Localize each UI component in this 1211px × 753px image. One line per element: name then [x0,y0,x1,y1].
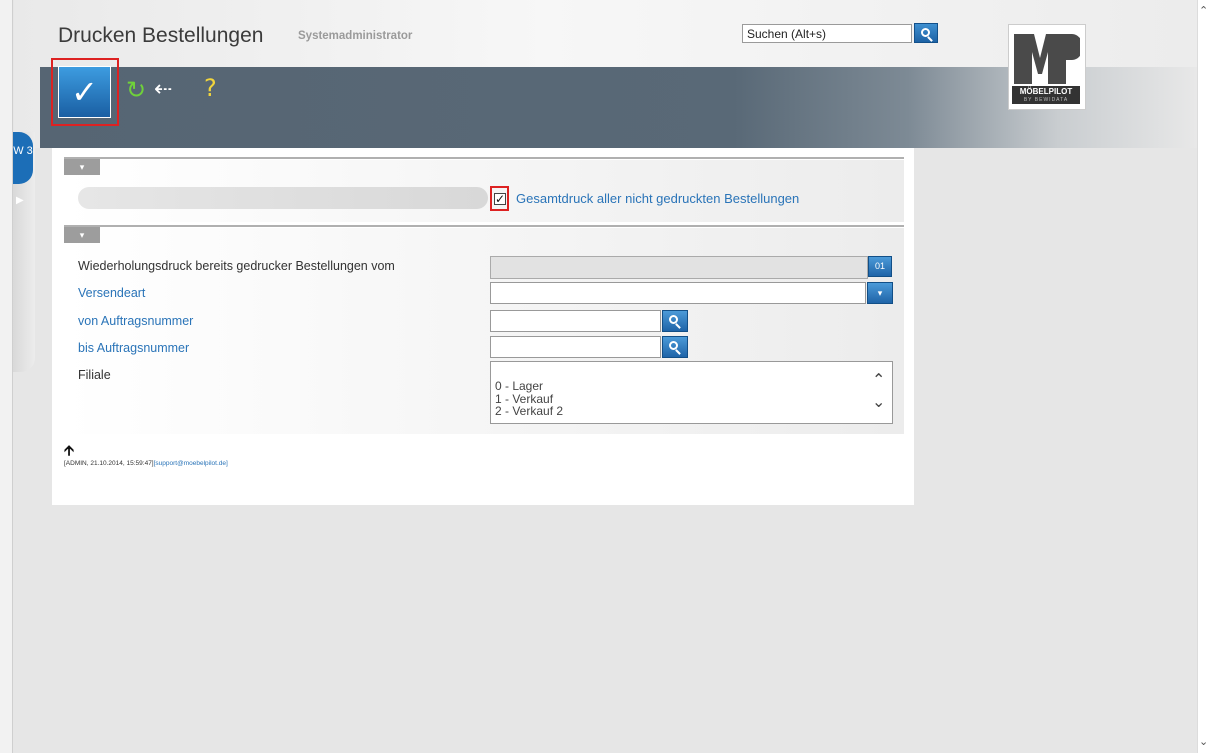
section-toggle[interactable]: ▾ [64,227,100,243]
chevron-down-icon[interactable]: ▾ [867,282,893,304]
page-title: Drucken Bestellungen [58,24,264,47]
wiederholungsdruck-date-field[interactable] [490,256,868,279]
list-scroll-up-icon[interactable]: ⌃ [872,370,885,389]
list-item[interactable]: 2 - Verkauf 2 [495,405,563,418]
list-item[interactable]: 0 - Lager [495,380,563,393]
bis-auftragsnummer-input[interactable] [490,336,661,358]
scroll-down-icon[interactable]: ⌄ [1199,735,1208,748]
footer-text: [ADMIN, 21.10.2014, 15:59:47] [64,460,154,467]
logo-name: MÖBELPILOT [1012,86,1080,97]
calendar-icon[interactable]: 01 [868,256,892,277]
logo-subtitle: BY BEWIDATA [1012,97,1080,104]
search-input[interactable]: Suchen (Alt+s) [742,24,912,43]
scroll-up-icon[interactable]: ⌃ [1199,4,1208,17]
gesamtdruck-checkbox[interactable]: ✓ [494,193,506,205]
filiale-label: Filiale [78,368,111,382]
section-divider [64,225,904,227]
logo-mark [1014,34,1080,84]
section-label-bar [78,187,488,209]
filiale-options[interactable]: 0 - Lager 1 - Verkauf 2 - Verkauf 2 [495,380,563,418]
scrollbar[interactable] [1197,0,1211,753]
left-frame [0,0,13,753]
expand-arrow-icon[interactable]: ▶ [16,195,24,206]
von-auftragsnummer-input[interactable] [490,310,661,332]
gesamtdruck-label[interactable]: Gesamtdruck aller nicht gedruckten Beste… [516,191,799,206]
section-toggle[interactable]: ▾ [64,159,100,175]
footer-info: [ADMIN, 21.10.2014, 15:59:47][support@mo… [64,460,228,467]
checkmark-icon[interactable]: ✓ [58,70,111,114]
section-divider [64,157,904,159]
versendeart-select[interactable] [490,282,866,304]
back-icon[interactable]: ⇠ [154,78,172,102]
bis-search-button[interactable] [662,336,688,358]
support-link[interactable]: [support@moebelpilot.de] [154,460,228,467]
versendeart-label[interactable]: Versendeart [78,286,145,300]
search-button[interactable] [914,23,938,43]
wiederholungsdruck-label: Wiederholungsdruck bereits gedrucker Bes… [78,259,395,273]
help-icon[interactable]: ? [204,76,217,100]
user-name: Systemadministrator [298,30,413,42]
window-tab[interactable]: W 3 [13,132,33,184]
list-scroll-down-icon[interactable]: ⌄ [872,392,885,411]
von-auftragsnummer-label[interactable]: von Auftragsnummer [78,314,193,328]
refresh-icon[interactable]: ↻ [126,78,146,102]
bis-auftragsnummer-label[interactable]: bis Auftragsnummer [78,341,189,355]
von-search-button[interactable] [662,310,688,332]
